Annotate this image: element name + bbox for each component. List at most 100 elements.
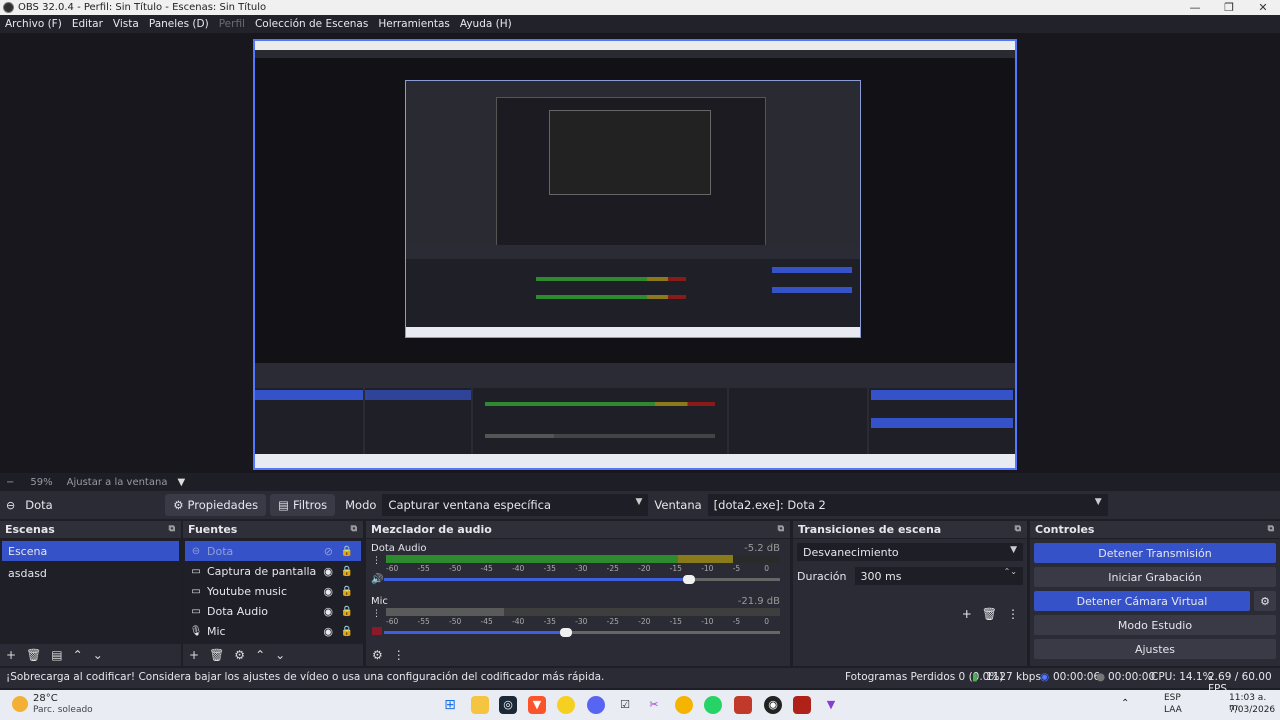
- scene-item[interactable]: Escena: [2, 541, 179, 561]
- source-item[interactable]: ⊖ Dota ⊘ 🔒: [185, 541, 361, 561]
- steam-icon[interactable]: ◎: [499, 696, 517, 714]
- app-icon[interactable]: [557, 696, 575, 714]
- filters-button[interactable]: ▤ Filtros: [270, 494, 336, 516]
- dota-icon[interactable]: [793, 696, 811, 714]
- meter-tick-label: 0: [764, 564, 770, 573]
- undock-icon[interactable]: ⧉: [1268, 524, 1274, 534]
- add-icon[interactable]: +: [6, 648, 16, 662]
- menu-editar[interactable]: Editar: [67, 18, 108, 30]
- properties-button[interactable]: ⚙ Propiedades: [165, 494, 267, 516]
- chevron-down-icon[interactable]: ⌄: [93, 648, 103, 662]
- eye-icon[interactable]: ◉: [323, 585, 333, 598]
- undock-icon[interactable]: ⧉: [778, 524, 784, 534]
- chevron-up-icon[interactable]: ⌃: [255, 648, 265, 662]
- language-primary[interactable]: ESP: [1164, 693, 1181, 703]
- chevron-up-icon[interactable]: ⌃: [1121, 698, 1129, 709]
- stop-virtual-camera-button[interactable]: Detener Cámara Virtual: [1034, 591, 1250, 611]
- undock-icon[interactable]: ⧉: [351, 524, 357, 534]
- filter-icon[interactable]: ▤: [51, 648, 62, 662]
- file-explorer-icon[interactable]: [471, 696, 489, 714]
- advanced-audio-icon[interactable]: ⚙: [372, 648, 383, 662]
- lock-icon[interactable]: 🔒: [341, 606, 353, 617]
- source-item[interactable]: ▭ Captura de pantalla ◉ 🔒: [185, 561, 361, 581]
- speaker-icon[interactable]: 🔊: [371, 574, 383, 585]
- fit-window-label[interactable]: Ajustar a la ventana: [67, 477, 168, 488]
- source-item[interactable]: ▭ Dota Audio ◉ 🔒: [185, 601, 361, 621]
- obs-icon[interactable]: ◉: [764, 696, 782, 714]
- scene-item[interactable]: asdasd: [2, 563, 179, 583]
- trash-icon[interactable]: 🗑: [26, 648, 41, 662]
- add-icon[interactable]: +: [962, 607, 972, 621]
- maximize-button[interactable]: ❐: [1212, 1, 1246, 14]
- browser-icon[interactable]: [675, 696, 693, 714]
- undock-icon[interactable]: ⧉: [1015, 524, 1021, 534]
- lock-icon[interactable]: 🔒: [341, 546, 353, 557]
- menu-perfil[interactable]: Perfil: [214, 18, 250, 30]
- eye-icon[interactable]: ◉: [323, 605, 333, 618]
- meter-scale: -60 -55 -50 -45 -40 -35 -30 -25 -20 -15 -10 -5 0: [386, 617, 780, 627]
- duration-spinbox[interactable]: 300 ms ⌃⌄: [854, 567, 1023, 585]
- start-icon[interactable]: ⊞: [441, 696, 459, 714]
- zoom-value[interactable]: 59%: [30, 477, 52, 488]
- menu-ayuda[interactable]: Ayuda (H): [455, 18, 517, 30]
- add-icon[interactable]: +: [189, 648, 199, 662]
- volume-slider-knob[interactable]: [682, 575, 695, 584]
- source-item[interactable]: ▭ Youtube music ◉ 🔒: [185, 581, 361, 601]
- settings-button[interactable]: Ajustes: [1034, 639, 1276, 659]
- source-toolbar: ⊖ Dota ⚙ Propiedades ▤ Filtros Modo Capt…: [0, 491, 1280, 519]
- lock-icon[interactable]: 🔒: [341, 626, 353, 637]
- snipping-icon[interactable]: ✂: [645, 696, 663, 714]
- app-icon[interactable]: ▼: [822, 696, 840, 714]
- app-icon[interactable]: [734, 696, 752, 714]
- gear-icon: ⚙: [1260, 594, 1270, 608]
- kebab-menu-icon[interactable]: ⋮: [372, 609, 381, 619]
- chevron-up-icon[interactable]: ⌃: [73, 648, 83, 662]
- brave-icon[interactable]: ▼: [528, 696, 546, 714]
- volume-slider[interactable]: [384, 575, 780, 584]
- studio-mode-button[interactable]: Modo Estudio: [1034, 615, 1276, 635]
- kebab-menu-icon[interactable]: ⋮: [372, 556, 381, 566]
- audio-mixer-dock: Mezclador de audio ⧉ Dota Audio -5.2 dB …: [366, 521, 790, 666]
- undock-icon[interactable]: ⧉: [169, 524, 175, 534]
- source-item[interactable]: 🎙 Mic ◉ 🔒: [185, 621, 361, 641]
- discord-icon[interactable]: [587, 696, 605, 714]
- zoom-dropdown-icon[interactable]: ▼: [177, 477, 185, 488]
- language-secondary[interactable]: LAA: [1164, 705, 1182, 715]
- eye-icon[interactable]: ◉: [323, 565, 333, 578]
- muted-speaker-icon[interactable]: [372, 627, 382, 635]
- volume-slider-knob[interactable]: [560, 628, 573, 637]
- zoom-out-button[interactable]: −: [6, 477, 14, 488]
- stop-stream-button[interactable]: Detener Transmisión: [1034, 543, 1276, 563]
- clock-date[interactable]: 7/03/2026: [1229, 705, 1275, 715]
- kebab-menu-icon[interactable]: ⋮: [1007, 607, 1019, 621]
- app-icon[interactable]: ☑: [616, 696, 634, 714]
- meter-scale: -60 -55 -50 -45 -40 -35 -30 -25 -20 -15 -10 -5 0: [386, 564, 780, 574]
- trash-icon[interactable]: 🗑: [982, 607, 997, 621]
- window-select[interactable]: [dota2.exe]: Dota 2 ▼: [707, 494, 1108, 516]
- start-recording-button[interactable]: Iniciar Grabación: [1034, 567, 1276, 587]
- gear-icon[interactable]: ⚙: [234, 648, 245, 662]
- menu-archivo[interactable]: Archivo (F): [0, 18, 67, 30]
- menu-coleccion-escenas[interactable]: Colección de Escenas: [250, 18, 373, 30]
- weather-icon[interactable]: [12, 696, 28, 712]
- spin-arrows-icon[interactable]: ⌃⌄: [1004, 567, 1017, 576]
- menu-paneles[interactable]: Paneles (D): [144, 18, 214, 30]
- menu-herramientas[interactable]: Herramientas: [373, 18, 455, 30]
- minimize-button[interactable]: —: [1178, 1, 1212, 14]
- transition-select[interactable]: Desvanecimiento ▼: [797, 543, 1023, 561]
- chevron-down-icon[interactable]: ⌄: [275, 648, 285, 662]
- close-button[interactable]: ✕: [1246, 1, 1280, 14]
- whatsapp-icon[interactable]: [704, 696, 722, 714]
- kebab-menu-icon[interactable]: ⋮: [393, 648, 405, 662]
- volume-slider[interactable]: [384, 628, 780, 637]
- trash-icon[interactable]: 🗑: [209, 648, 224, 662]
- menu-vista[interactable]: Vista: [108, 18, 144, 30]
- weather-temp[interactable]: 28°C: [33, 693, 58, 704]
- eye-hidden-icon[interactable]: ⊘: [324, 545, 333, 558]
- lock-icon[interactable]: 🔒: [341, 586, 353, 597]
- lock-icon[interactable]: 🔒: [341, 566, 353, 577]
- weather-desc[interactable]: Parc. soleado: [33, 705, 93, 715]
- mode-select[interactable]: Capturar ventana específica ▼: [382, 494, 649, 516]
- virtual-camera-settings-button[interactable]: ⚙: [1254, 591, 1276, 611]
- eye-icon[interactable]: ◉: [323, 625, 333, 638]
